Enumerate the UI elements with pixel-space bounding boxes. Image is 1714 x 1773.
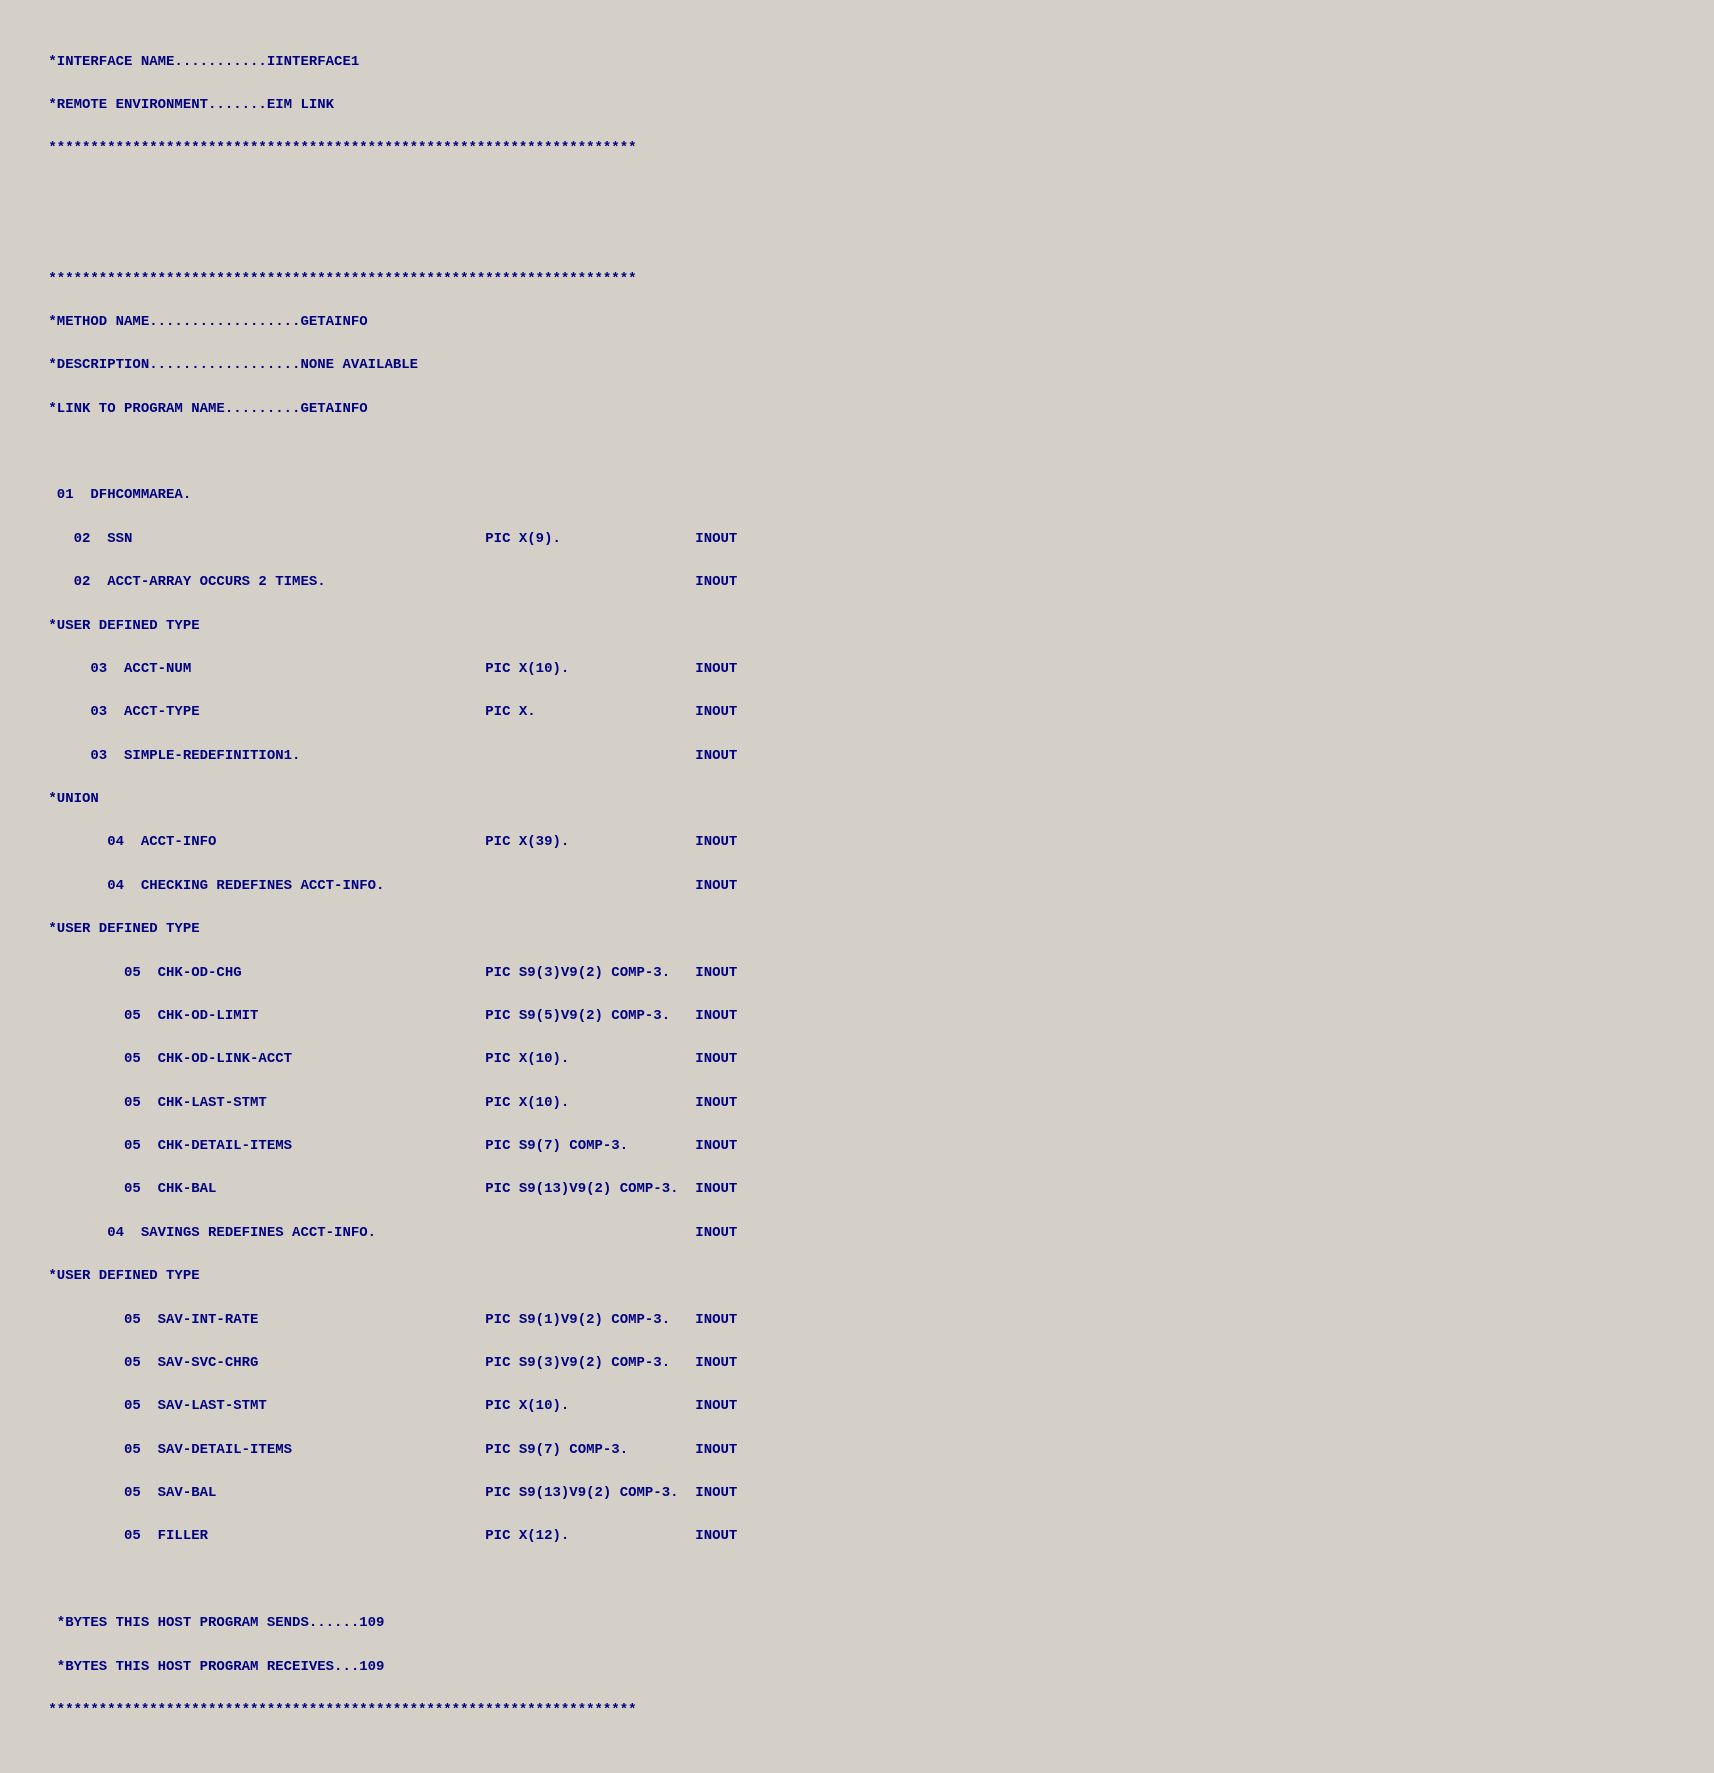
line-04-acct-info: 04 ACCT-INFO PIC X(39). INOUT — [40, 832, 1674, 854]
line-05-sav-detail: 05 SAV-DETAIL-ITEMS PIC S9(7) COMP-3. IN… — [40, 1440, 1674, 1462]
terminal-display: *INTERFACE NAME...........IINTERFACE1 *R… — [10, 10, 1704, 1763]
blank3 — [40, 442, 1674, 464]
sep1: ****************************************… — [40, 138, 1674, 160]
line-05-chk-last: 05 CHK-LAST-STMT PIC X(10). INOUT — [40, 1093, 1674, 1115]
line-04-savings: 04 SAVINGS REDEFINES ACCT-INFO. INOUT — [40, 1223, 1674, 1245]
bytes-sends: *BYTES THIS HOST PROGRAM SENDS......109 — [40, 1613, 1674, 1635]
line-05-chk-od-link: 05 CHK-OD-LINK-ACCT PIC X(10). INOUT — [40, 1049, 1674, 1071]
line-05-sav-last: 05 SAV-LAST-STMT PIC X(10). INOUT — [40, 1396, 1674, 1418]
link-program: *LINK TO PROGRAM NAME.........GETAINFO — [40, 399, 1674, 421]
line-05-filler: 05 FILLER PIC X(12). INOUT — [40, 1526, 1674, 1548]
user-def-1: *USER DEFINED TYPE — [40, 616, 1674, 638]
line-05-chk-od-chg: 05 CHK-OD-CHG PIC S9(3)V9(2) COMP-3. INO… — [40, 963, 1674, 985]
user-def-3: *USER DEFINED TYPE — [40, 1266, 1674, 1288]
blank1 — [40, 182, 1674, 204]
line-02-ssn: 02 SSN PIC X(9). INOUT — [40, 529, 1674, 551]
blank4 — [40, 1570, 1674, 1592]
method-name: *METHOD NAME..................GETAINFO — [40, 312, 1674, 334]
sep2: ****************************************… — [40, 269, 1674, 291]
interface-name: *INTERFACE NAME...........IINTERFACE1 — [40, 52, 1674, 74]
description: *DESCRIPTION..................NONE AVAIL… — [40, 355, 1674, 377]
line-05-chk-bal: 05 CHK-BAL PIC S9(13)V9(2) COMP-3. INOUT — [40, 1179, 1674, 1201]
line-05-chk-detail: 05 CHK-DETAIL-ITEMS PIC S9(7) COMP-3. IN… — [40, 1136, 1674, 1158]
line-05-sav-svc: 05 SAV-SVC-CHRG PIC S9(3)V9(2) COMP-3. I… — [40, 1353, 1674, 1375]
line-03-simple: 03 SIMPLE-REDEFINITION1. INOUT — [40, 746, 1674, 768]
blank2 — [40, 225, 1674, 247]
union-1: *UNION — [40, 789, 1674, 811]
user-def-2: *USER DEFINED TYPE — [40, 919, 1674, 941]
sep3: ****************************************… — [40, 1700, 1674, 1722]
bytes-receives: *BYTES THIS HOST PROGRAM RECEIVES...109 — [40, 1657, 1674, 1679]
line-05-chk-od-limit: 05 CHK-OD-LIMIT PIC S9(5)V9(2) COMP-3. I… — [40, 1006, 1674, 1028]
line-01: 01 DFHCOMMAREA. — [40, 485, 1674, 507]
line-03-acct-num: 03 ACCT-NUM PIC X(10). INOUT — [40, 659, 1674, 681]
line-05-sav-int: 05 SAV-INT-RATE PIC S9(1)V9(2) COMP-3. I… — [40, 1310, 1674, 1332]
line-03-acct-type: 03 ACCT-TYPE PIC X. INOUT — [40, 702, 1674, 724]
remote-env: *REMOTE ENVIRONMENT.......EIM LINK — [40, 95, 1674, 117]
line-04-checking: 04 CHECKING REDEFINES ACCT-INFO. INOUT — [40, 876, 1674, 898]
line-05-sav-bal: 05 SAV-BAL PIC S9(13)V9(2) COMP-3. INOUT — [40, 1483, 1674, 1505]
line-02-acct: 02 ACCT-ARRAY OCCURS 2 TIMES. INOUT — [40, 572, 1674, 594]
